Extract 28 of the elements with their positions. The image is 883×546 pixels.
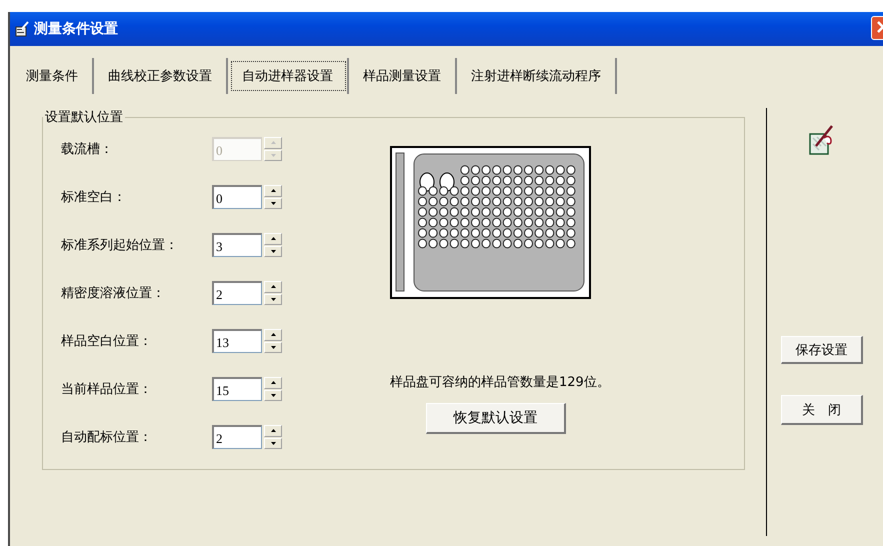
- tab[interactable]: 自动进样器设置: [228, 58, 349, 94]
- close-dialog-button[interactable]: 关 闭: [781, 395, 863, 425]
- number-field[interactable]: 13: [212, 329, 262, 353]
- number-field[interactable]: 2: [212, 425, 262, 449]
- field-label: 载流槽：: [61, 141, 114, 158]
- field-label: 精密度溶液位置：: [61, 285, 166, 302]
- number-field[interactable]: 15: [212, 377, 262, 401]
- field-label: 标准空白：: [61, 189, 127, 206]
- save-settings-button[interactable]: 保存设置: [781, 336, 863, 364]
- spin-buttons[interactable]: [264, 377, 282, 401]
- field-label: 当前样品位置：: [61, 381, 153, 398]
- spin-buttons[interactable]: [264, 233, 282, 257]
- number-field[interactable]: 3: [212, 233, 262, 257]
- restore-defaults-button[interactable]: 恢复默认设置: [426, 403, 566, 434]
- group-title: 设置默认位置: [44, 109, 124, 126]
- number-field[interactable]: 0: [212, 185, 262, 209]
- window-title: 测量条件设置: [34, 20, 118, 38]
- field-label: 标准系列起始位置：: [61, 237, 179, 254]
- field-label: 样品空白位置：: [61, 333, 153, 350]
- spin-buttons[interactable]: [264, 281, 282, 305]
- number-field[interactable]: 2: [212, 281, 262, 305]
- app-icon: [14, 21, 30, 37]
- spin-buttons[interactable]: [264, 185, 282, 209]
- field-label: 自动配标位置：: [61, 429, 153, 446]
- capacity-note: 样品盘可容纳的样品管数量是129位。: [390, 374, 610, 391]
- edit-document-icon: [808, 124, 836, 156]
- spin-buttons[interactable]: [264, 329, 282, 353]
- spin-buttons[interactable]: [264, 425, 282, 449]
